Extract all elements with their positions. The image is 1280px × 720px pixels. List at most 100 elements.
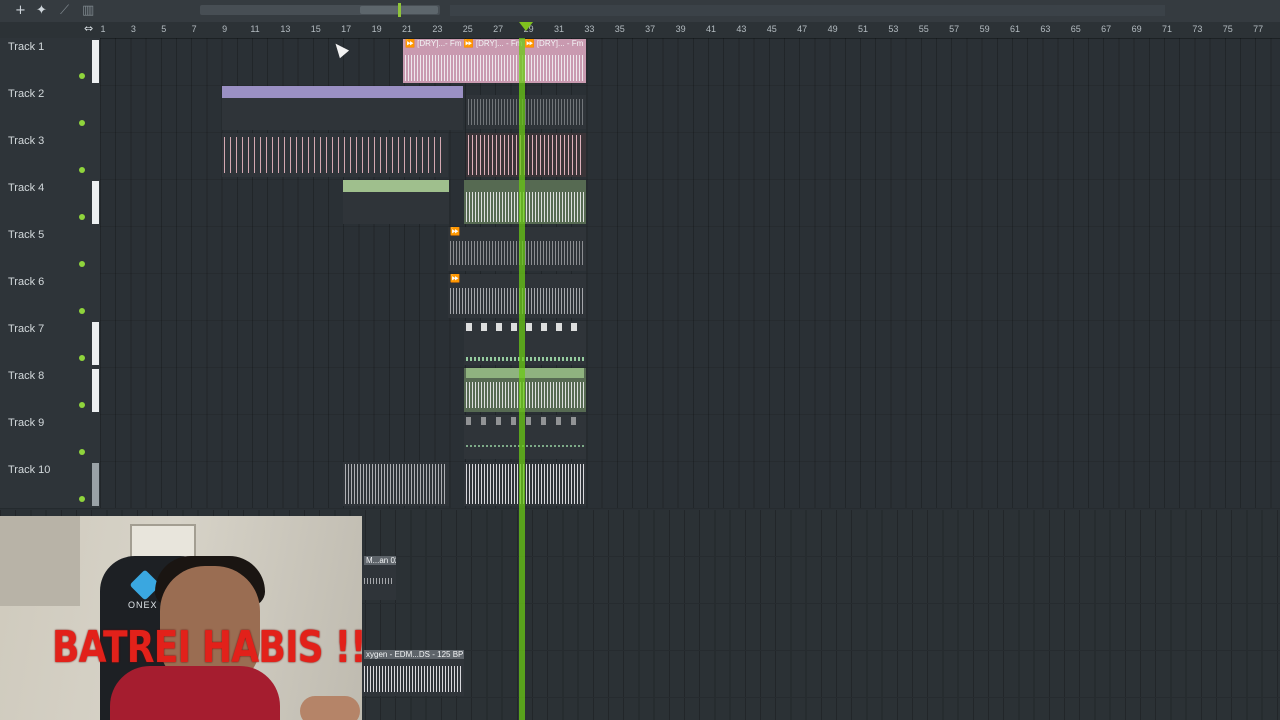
clip-track4-right[interactable] (464, 180, 586, 224)
track-mute-led[interactable] (79, 73, 85, 79)
track-mute-led[interactable] (79, 496, 85, 502)
clip-track5[interactable]: ⏩ (448, 227, 586, 271)
clip-track3-left[interactable] (222, 133, 448, 177)
ruler-bar-number: 21 (401, 24, 413, 34)
track-header[interactable]: Track 7 (0, 320, 100, 368)
clip-track3-right[interactable] (466, 133, 586, 177)
ruler-bar-number: 13 (280, 24, 291, 34)
tools-icon[interactable]: ⟋ (60, 3, 69, 18)
ruler-bar-number: 63 (1040, 24, 1051, 34)
track-mute-led[interactable] (79, 214, 85, 220)
clip-waveform (405, 55, 584, 81)
track-lane-7[interactable] (100, 320, 1280, 368)
plus-icon[interactable]: + (15, 3, 26, 18)
track-header[interactable]: Track 9 (0, 414, 100, 462)
clip-waveform (450, 241, 584, 265)
clip-label: ⏩ (450, 227, 460, 236)
clip-man-02[interactable]: M...an 02 (362, 556, 396, 600)
ruler-bar-number: 61 (1009, 24, 1021, 34)
track-lane-4[interactable]: ☍ DS_ECV_120_...ft amount (100, 179, 1280, 227)
ruler-bar-number: 47 (797, 24, 808, 34)
track-lane-8[interactable] (100, 367, 1280, 415)
zoom-arrows-icon[interactable]: ⇔ (84, 22, 93, 35)
clip-ds-ecv-120[interactable]: ☍ DS_ECV_120_...ft amount (343, 180, 449, 224)
clip-track2-right[interactable] (466, 95, 586, 129)
track-header[interactable]: Track 3 (0, 132, 100, 180)
clip-waveform (466, 464, 584, 504)
clip-waveform (345, 464, 447, 504)
track-name: Track 3 (8, 135, 45, 147)
clip-waveform (468, 135, 584, 175)
track-header[interactable]: Track 4 (0, 179, 100, 227)
clip-dry-fm[interactable]: ⏩ [DRY]...- Fm ⏩ [DRY]... - Fm ⏩ [DRY]..… (403, 39, 586, 83)
track-name: Track 9 (8, 417, 45, 429)
track-name: Track 10 (8, 464, 51, 476)
ruler-bar-number: 33 (584, 24, 595, 34)
clip-waveform (364, 666, 462, 692)
clip-label: ☍ DS_ECV_120_...ft amount (345, 180, 449, 189)
track-header[interactable]: Track 10 (0, 461, 100, 509)
timeline-ruler[interactable]: ⇔ 1 3 5 7 9 11 13 15 17 19 21 23 25 27 29 31 33 35 37 39 41 4… (0, 22, 1280, 39)
clip-waveform (468, 99, 584, 125)
track-lane-5[interactable]: ⏩ (100, 226, 1280, 274)
track-mute-led[interactable] (79, 355, 85, 361)
clip-label: ⏩ (450, 274, 460, 283)
track-header[interactable]: Track 5 (0, 226, 100, 274)
ruler-bar-number: 77 (1253, 24, 1264, 34)
person-hand (300, 696, 360, 720)
ruler-bar-number: 5 (161, 24, 167, 34)
track-mute-led[interactable] (79, 308, 85, 314)
horizontal-scrollbar[interactable] (450, 5, 1165, 16)
playhead-line[interactable] (519, 38, 525, 720)
playlist-tracks: Track 1 Track 2 Track 3 Track 4 Track 5 Track… (0, 38, 1280, 510)
ruler-bar-number: 19 (371, 24, 382, 34)
ruler-bar-number: 37 (645, 24, 656, 34)
ruler-bar-number: 39 (675, 24, 686, 34)
clip-track8[interactable] (464, 368, 586, 412)
ruler-bar-number: 49 (827, 24, 838, 34)
ruler-bar-number: 17 (341, 24, 352, 34)
clip-track10-left[interactable] (343, 462, 449, 506)
track-lane-10[interactable] (100, 461, 1280, 509)
track-lane-3[interactable] (100, 132, 1280, 180)
clip-track7-pattern[interactable] (464, 321, 586, 365)
track-header[interactable]: Track 6 (0, 273, 100, 321)
clip-pattern-steps (466, 445, 584, 447)
ruler-bar-number: 15 (310, 24, 321, 34)
ruler-bar-number: 27 (493, 24, 504, 34)
overview-scrollbar[interactable] (200, 5, 440, 15)
clip-waveform (364, 578, 394, 584)
track-mute-led[interactable] (79, 449, 85, 455)
clip-track10-right[interactable] (464, 462, 586, 506)
track-mute-led[interactable] (79, 167, 85, 173)
snap-icon[interactable]: ✦ (36, 3, 47, 18)
track-mute-led[interactable] (79, 261, 85, 267)
track-header[interactable]: Track 8 (0, 367, 100, 415)
clip-track9[interactable] (464, 415, 586, 459)
ruler-bar-number: 11 (250, 24, 260, 34)
playhead-marker[interactable] (519, 22, 533, 31)
clip-endless-smile[interactable]: ☍ Endless Smile - DS_ECV_132_v...your_po… (222, 86, 463, 130)
clip-oxygen-edm[interactable]: xygen - EDM...DS - 125 BPM (362, 650, 464, 696)
person-shirt (110, 666, 280, 720)
ruler-bar-number: 3 (130, 24, 136, 34)
track-header[interactable]: Track 1 (0, 38, 100, 86)
ruler-bar-number: 9 (222, 24, 228, 34)
overlay-caption: BATREI HABIS !!! (52, 622, 362, 673)
track-lane-1[interactable]: ⏩ [DRY]...- Fm ⏩ [DRY]... - Fm ⏩ [DRY]..… (100, 38, 1280, 86)
grid-icon[interactable]: ▥ (82, 3, 94, 18)
track-lane-2[interactable]: ☍ Endless Smile - DS_ECV_132_v...your_po… (100, 85, 1280, 133)
track-level-bar (92, 322, 99, 365)
ruler-bar-number: 23 (432, 24, 443, 34)
track-level-bar (92, 40, 99, 83)
clip-label: ⏩ [DRY]...- Fm ⏩ [DRY]... - Fm ⏩ [DRY]..… (405, 39, 584, 48)
track-header[interactable]: Track 2 (0, 85, 100, 133)
track-mute-led[interactable] (79, 402, 85, 408)
ruler-bar-number: 73 (1192, 24, 1203, 34)
track-lane-6[interactable]: ⏩ (100, 273, 1280, 321)
track-name: Track 4 (8, 182, 45, 194)
track-lane-9[interactable] (100, 414, 1280, 462)
clip-track6[interactable]: ⏩ (448, 274, 586, 318)
ruler-bar-number: 43 (736, 24, 747, 34)
track-mute-led[interactable] (79, 120, 85, 126)
